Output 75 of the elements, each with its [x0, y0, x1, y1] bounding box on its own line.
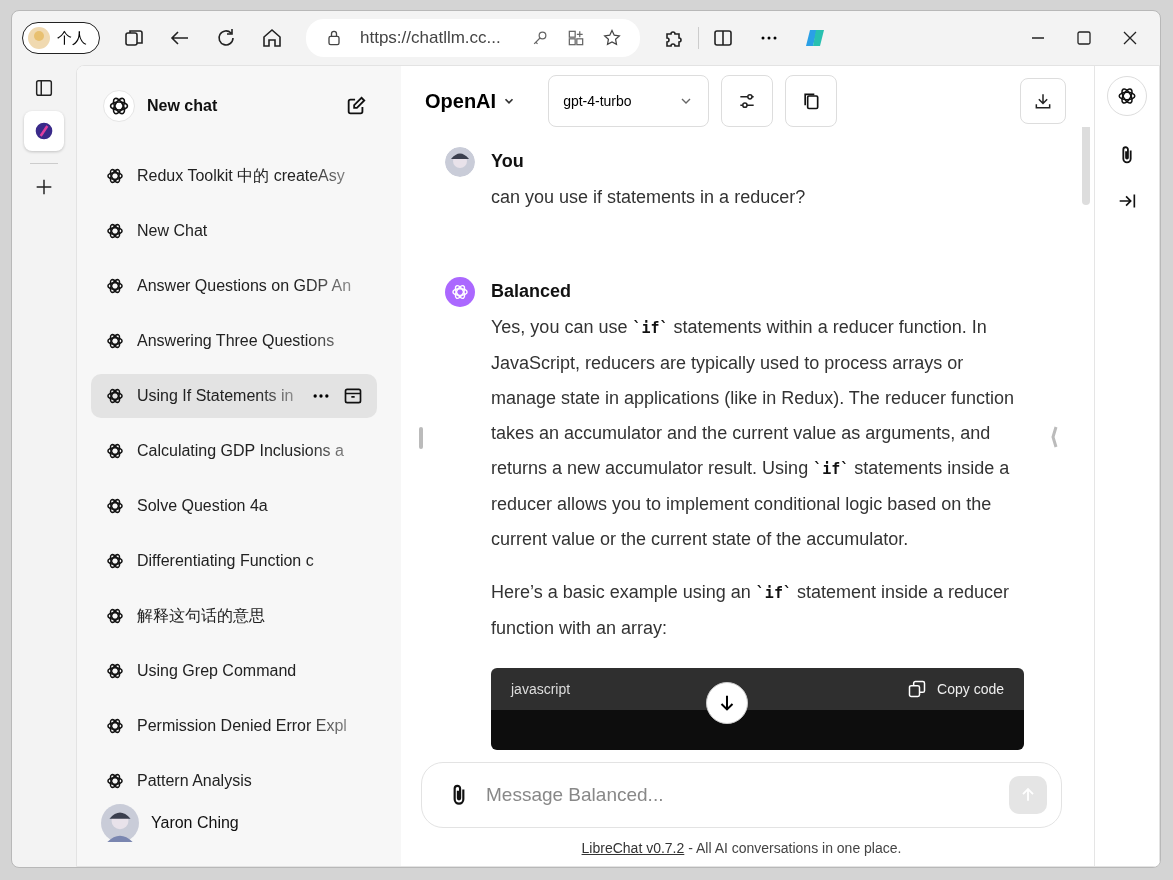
openai-logo-icon [105, 221, 125, 241]
message-input[interactable]: Message Balanced... [484, 783, 997, 807]
code-language: javascript [511, 681, 571, 697]
conversation-title: Answer Questions on GDP An [137, 277, 353, 295]
conversation-title: Calculating GDP Inclusions a [137, 442, 345, 460]
user-avatar-icon [445, 147, 475, 177]
export-button[interactable] [1020, 78, 1066, 124]
openai-logo-icon [103, 90, 135, 122]
conversation-item[interactable]: Differentiating Function c [91, 539, 377, 583]
message-text: Yes, you can use `if` statements within a reducer function. In JavaScript, reducers are typically used to process arrays or manage state in applications (like in Redux). The reducer function takes an accumulator and the current value as arguments, and returns a new accumulator result. Using `if` statements inside a reducer allows you to implement conditional logic based on the current value or the current state of the accumulator. [491, 316, 1015, 551]
conversation-item[interactable]: Redux Toolkit 中的 createAsy [91, 154, 377, 198]
copy-icon [907, 679, 928, 699]
conversation-item[interactable]: Solve Question 4a [91, 484, 377, 528]
resize-handle[interactable] [419, 427, 423, 449]
settings-button[interactable] [721, 75, 774, 127]
openai-logo-icon [105, 716, 125, 736]
conversation-title: Differentiating Function c [137, 552, 315, 570]
archive-icon[interactable] [343, 386, 363, 406]
openai-logo-icon [105, 771, 125, 791]
version-link[interactable]: LibreChat v0.7.2 [581, 840, 685, 856]
conversation-title: 解释这句话的意思 [137, 605, 266, 626]
conversation-title: Solve Question 4a [137, 497, 269, 515]
openai-logo-icon [105, 551, 125, 571]
openai-logo-icon [105, 661, 125, 681]
conversation-title: Using Grep Command [137, 662, 298, 680]
openai-logo-icon [105, 606, 125, 626]
sidebar-icon[interactable] [33, 77, 55, 99]
conversation-item[interactable]: New Chat [91, 209, 377, 253]
new-chat-label[interactable]: New chat [147, 97, 333, 115]
conversation-item[interactable]: 解释这句话的意思 [91, 594, 377, 638]
profile-button[interactable]: 个人 [22, 22, 100, 54]
address-bar[interactable]: https://chatllm.cc... [306, 19, 640, 57]
openai-logo-icon [105, 386, 125, 406]
conversation-title: Permission Denied Error Expl [137, 717, 348, 735]
conversation-item[interactable]: Answer Questions on GDP An [91, 264, 377, 308]
sender-name: You [491, 151, 525, 172]
message-field[interactable]: Message Balanced... [421, 762, 1062, 828]
app-logo-icon [34, 121, 54, 141]
copy-code-button[interactable]: Copy code [907, 679, 1004, 699]
conversation-item[interactable]: Permission Denied Error Expl [91, 704, 377, 748]
conversation-item[interactable]: Pattern Analysis [91, 759, 377, 796]
collapse-handle-icon[interactable] [1050, 425, 1058, 449]
conversation-title: Pattern Analysis [137, 772, 253, 790]
presets-button[interactable] [785, 75, 838, 127]
conversation-title: Answering Three Questions [137, 332, 336, 350]
conversation-item[interactable]: Calculating GDP Inclusions a [91, 429, 377, 473]
message-text: Here’s a basic example using an `if` statement inside a reducer function with an array: [491, 581, 1011, 640]
model-dropdown[interactable]: gpt-4-turbo [548, 75, 710, 127]
openai-logo-icon [105, 166, 125, 186]
user-name[interactable]: Yaron Ching [151, 814, 239, 832]
openai-logo-icon [105, 331, 125, 351]
conversation-title: Redux Toolkit 中的 createAsy [137, 165, 346, 186]
endpoint-selector[interactable]: OpenAI [425, 89, 517, 113]
copy-icon [801, 91, 822, 111]
home-icon[interactable] [260, 26, 284, 50]
star-icon[interactable] [602, 28, 622, 48]
conversation-item[interactable]: Using If Statements in [91, 374, 377, 418]
conversation-title: Using If Statements in [137, 387, 295, 405]
openai-logo-icon [105, 496, 125, 516]
app-button[interactable] [24, 111, 64, 151]
footer-text: - All AI conversations in one place. [687, 840, 902, 856]
conversation-title: New Chat [137, 222, 209, 240]
openai-logo-icon [105, 441, 125, 461]
avatar-icon [27, 26, 51, 50]
url-text: https://chatllm.cc... [360, 28, 502, 48]
apps-icon[interactable] [566, 28, 586, 48]
user-avatar-icon[interactable] [101, 804, 139, 842]
message-text: can you use if statements in a reducer? [491, 186, 807, 209]
sender-name: Balanced [491, 281, 573, 302]
openai-logo-icon [445, 277, 475, 307]
download-icon [1033, 91, 1053, 111]
conversation-item[interactable]: Answering Three Questions [91, 319, 377, 363]
conversation-item[interactable]: Using Grep Command [91, 649, 377, 693]
edit-icon[interactable] [345, 95, 367, 117]
openai-logo-icon [105, 276, 125, 296]
